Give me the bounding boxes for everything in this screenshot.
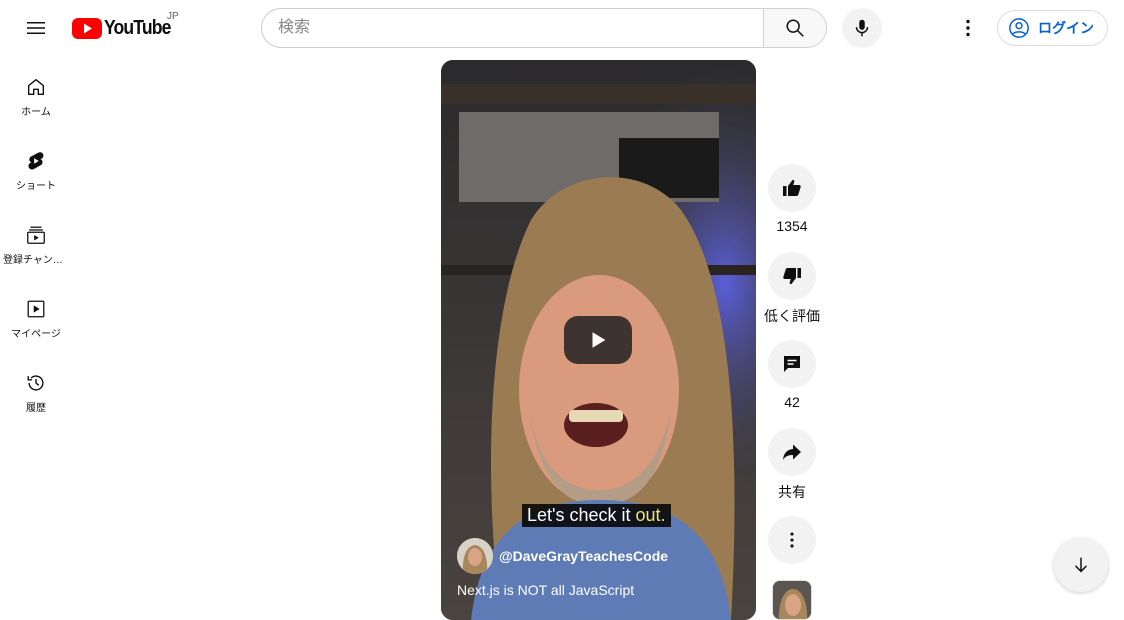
sound-thumbnail-image [773, 581, 811, 619]
settings-menu-button[interactable] [948, 8, 988, 48]
library-icon [27, 300, 45, 318]
sidebar-item-history[interactable]: 履歴 [0, 352, 72, 426]
thumbs-down-icon [783, 268, 801, 285]
play-button[interactable] [564, 316, 632, 364]
home-icon [27, 78, 45, 96]
account-icon [1009, 18, 1029, 38]
share-icon [783, 444, 801, 460]
hamburger-icon [27, 22, 45, 34]
sidebar-item-shorts[interactable]: ショート [0, 130, 72, 204]
like-action: 1354 [764, 164, 820, 234]
next-video-button[interactable] [1054, 538, 1108, 592]
dislike-label: 低く評価 [764, 308, 820, 324]
sidebar-item-library[interactable]: マイページ [0, 278, 72, 352]
comments-count: 42 [784, 394, 800, 410]
more-action [764, 516, 820, 564]
shorts-player[interactable]: Let's check it out. @DaveGrayTeachesCode… [441, 60, 756, 620]
share-action: 共有 [764, 428, 820, 502]
channel-info[interactable]: @DaveGrayTeachesCode [457, 538, 668, 574]
avatar[interactable] [457, 538, 493, 574]
youtube-logo-icon [72, 17, 102, 39]
sidebar-item-label: 履歴 [26, 403, 46, 414]
more-vertical-icon [790, 532, 794, 548]
microphone-icon [855, 19, 869, 37]
history-icon [27, 375, 44, 391]
caption-text: Let's check it [527, 505, 636, 525]
search-input[interactable] [262, 9, 764, 47]
comment-icon [784, 356, 800, 372]
signin-button[interactable]: ログイン [997, 10, 1108, 46]
sidebar-item-label: マイページ [11, 329, 61, 340]
channel-name[interactable]: @DaveGrayTeachesCode [499, 548, 668, 564]
channel-avatar-image [457, 538, 493, 574]
top-bar: YouTube JP ログイン [0, 0, 1124, 56]
region-code: JP [167, 11, 179, 22]
sidebar-item-label: ショート [16, 181, 56, 192]
share-label: 共有 [778, 484, 806, 500]
shorts-icon [28, 152, 44, 170]
voice-search-button[interactable] [842, 8, 882, 48]
dislike-action: 低く評価 [764, 252, 820, 326]
play-icon [592, 332, 606, 348]
sidebar-item-home[interactable]: ホーム [0, 56, 72, 130]
arrow-down-icon [1074, 557, 1088, 573]
sound-thumbnail[interactable] [772, 580, 812, 620]
caption-highlight: out. [635, 505, 666, 525]
logo-text: YouTube [104, 16, 171, 39]
youtube-logo[interactable]: YouTube [72, 16, 180, 40]
search-button[interactable] [763, 8, 827, 48]
subtitle-caption: Let's check it out. [522, 504, 671, 527]
thumbs-up-icon [783, 179, 801, 196]
sidebar-item-subscriptions[interactable]: 登録チャンネル [0, 204, 72, 278]
sidebar-item-label: 登録チャンネル [3, 255, 69, 266]
comments-button[interactable] [768, 340, 816, 388]
video-title[interactable]: Next.js is NOT all JavaScript [457, 582, 634, 598]
signin-label: ログイン [1038, 20, 1094, 36]
like-count: 1354 [776, 218, 808, 234]
sidebar-item-label: ホーム [21, 107, 51, 118]
search-icon [786, 19, 804, 37]
share-button[interactable] [768, 428, 816, 476]
more-actions-button[interactable] [768, 516, 816, 564]
menu-button[interactable] [16, 8, 56, 48]
comments-action: 42 [764, 340, 820, 410]
search-box [261, 8, 764, 48]
subscriptions-icon [27, 226, 45, 244]
dislike-button[interactable] [768, 252, 816, 300]
like-button[interactable] [768, 164, 816, 212]
more-vertical-icon [966, 19, 970, 37]
